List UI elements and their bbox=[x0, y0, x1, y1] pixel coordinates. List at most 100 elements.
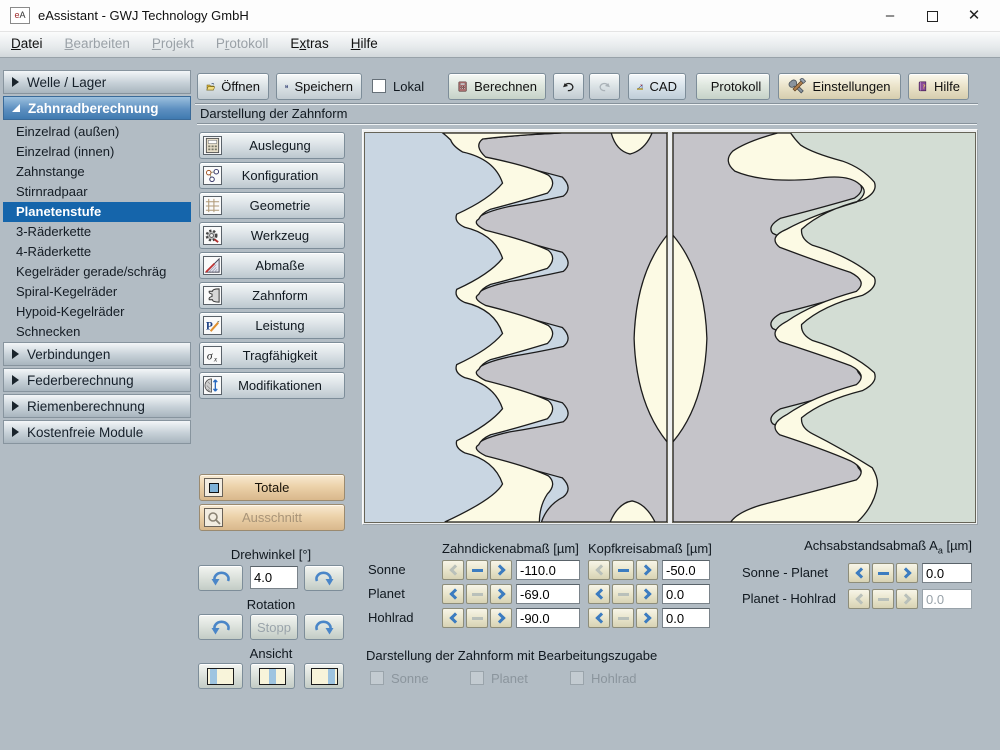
abmasse-button[interactable]: Abmaße bbox=[199, 252, 345, 279]
sidebar-section-federberechnung[interactable]: Federberechnung bbox=[3, 368, 191, 392]
protocol-button[interactable]: Protokoll bbox=[696, 73, 770, 100]
sidebar-item-3-raederkette[interactable]: 3-Räderkette bbox=[3, 222, 191, 242]
leistung-button[interactable]: P Leistung bbox=[199, 312, 345, 339]
totale-label: Totale bbox=[255, 480, 290, 495]
menu-item-bearbeiten[interactable]: Bearbeiten bbox=[54, 32, 141, 58]
angle-input[interactable] bbox=[250, 566, 298, 589]
sidebar-section-welle-lager[interactable]: Welle / Lager bbox=[3, 70, 191, 94]
ring-tooth-allowance-input[interactable] bbox=[516, 608, 580, 628]
sidebar-item-schnecken[interactable]: Schnecken bbox=[3, 322, 191, 342]
sun-planet-increase-button[interactable] bbox=[896, 563, 918, 583]
cad-button[interactable]: CAD bbox=[628, 73, 686, 100]
machining-ring-label: Hohlrad bbox=[591, 671, 637, 686]
tooth-form-canvas[interactable] bbox=[362, 129, 978, 525]
svg-text:x: x bbox=[213, 355, 218, 364]
help-button[interactable]: ? Hilfe bbox=[908, 73, 969, 100]
planet-tooth-allowance-input[interactable] bbox=[516, 584, 580, 604]
minimize-button[interactable]: – bbox=[870, 0, 910, 32]
redo-button[interactable] bbox=[589, 73, 620, 100]
sidebar-item-4-raederkette[interactable]: 4-Räderkette bbox=[3, 242, 191, 262]
local-checkbox[interactable] bbox=[372, 79, 386, 93]
sidebar-item-hypoid-kegelraeder[interactable]: Hypoid-Kegelräder bbox=[3, 302, 191, 322]
ring-row-label: Hohlrad bbox=[368, 610, 414, 625]
menu-item-extras[interactable]: Extras bbox=[279, 32, 339, 58]
planet-tip-decrease-button[interactable] bbox=[588, 584, 610, 604]
planet-ring-increase-button[interactable] bbox=[896, 589, 918, 609]
machining-ring-checkbox[interactable] bbox=[570, 671, 584, 685]
ring-tip-reset-button[interactable] bbox=[612, 608, 634, 628]
ring-tooth-increase-button[interactable] bbox=[490, 608, 512, 628]
planet-tip-reset-button[interactable] bbox=[612, 584, 634, 604]
sun-planet-reset-button[interactable] bbox=[872, 563, 894, 583]
sun-tip-reset-button[interactable] bbox=[612, 560, 634, 580]
rotate-ccw-continuous-button[interactable] bbox=[198, 614, 243, 640]
sidebar-section-verbindungen[interactable]: Verbindungen bbox=[3, 342, 191, 366]
konfiguration-button[interactable]: Konfiguration bbox=[199, 162, 345, 189]
sidebar-item-planetenstufe[interactable]: Planetenstufe bbox=[3, 202, 191, 222]
planet-ring-reset-button[interactable] bbox=[872, 589, 894, 609]
rotate-ccw-icon bbox=[210, 619, 232, 635]
sun-planet-mesh-panel[interactable] bbox=[364, 132, 668, 523]
sun-planet-decrease-button[interactable] bbox=[848, 563, 870, 583]
sun-tip-allowance-input[interactable] bbox=[662, 560, 710, 580]
modifikationen-button[interactable]: Modifikationen bbox=[199, 372, 345, 399]
sidebar-item-einzelrad-innen[interactable]: Einzelrad (innen) bbox=[3, 142, 191, 162]
planet-tooth-reset-button[interactable] bbox=[466, 584, 488, 604]
machining-sun-checkbox[interactable] bbox=[370, 671, 384, 685]
planet-tip-increase-button[interactable] bbox=[636, 584, 658, 604]
sidebar-item-zahnstange[interactable]: Zahnstange bbox=[3, 162, 191, 182]
sun-tip-increase-button[interactable] bbox=[636, 560, 658, 580]
maximize-button[interactable] bbox=[912, 0, 952, 32]
calculate-button[interactable]: Berechnen bbox=[448, 73, 546, 100]
view-right-mesh-button[interactable] bbox=[304, 663, 344, 689]
machining-planet-checkbox[interactable] bbox=[470, 671, 484, 685]
settings-button[interactable]: Einstellungen bbox=[778, 73, 901, 100]
sidebar-item-kegelraeder[interactable]: Kegelräder gerade/schräg bbox=[3, 262, 191, 282]
view-both-mesh-button[interactable] bbox=[250, 663, 295, 689]
ring-tooth-decrease-button[interactable] bbox=[442, 608, 464, 628]
sun-planet-distance-input[interactable] bbox=[922, 563, 972, 583]
nav-label: Modifikationen bbox=[222, 378, 322, 393]
close-button[interactable]: ✕ bbox=[954, 0, 994, 32]
rotate-cw-continuous-button[interactable] bbox=[304, 614, 344, 640]
sidebar-section-zahnradberechnung[interactable]: Zahnradberechnung bbox=[3, 96, 191, 120]
sidebar-item-stirnradpaar[interactable]: Stirnradpaar bbox=[3, 182, 191, 202]
stop-rotation-button[interactable]: Stopp bbox=[250, 614, 298, 640]
planet-tooth-decrease-button[interactable] bbox=[442, 584, 464, 604]
sidebar-section-riemenberechnung[interactable]: Riemenberechnung bbox=[3, 394, 191, 418]
save-button[interactable]: Speichern bbox=[276, 73, 362, 100]
sidebar-item-spiral-kegelraeder[interactable]: Spiral-Kegelräder bbox=[3, 282, 191, 302]
planet-ring-mesh-panel[interactable] bbox=[672, 132, 976, 523]
zahnform-button[interactable]: Zahnform bbox=[199, 282, 345, 309]
ring-tip-increase-button[interactable] bbox=[636, 608, 658, 628]
sun-tooth-reset-button[interactable] bbox=[466, 560, 488, 580]
sidebar-section-kostenfreie-module[interactable]: Kostenfreie Module bbox=[3, 420, 191, 444]
sidebar-item-einzelrad-aussen[interactable]: Einzelrad (außen) bbox=[3, 122, 191, 142]
rotate-cw-step-button[interactable] bbox=[304, 565, 344, 591]
planet-tip-allowance-input[interactable] bbox=[662, 584, 710, 604]
ring-tip-decrease-button[interactable] bbox=[588, 608, 610, 628]
werkzeug-button[interactable]: Werkzeug bbox=[199, 222, 345, 249]
auslegung-button[interactable]: Auslegung bbox=[199, 132, 345, 159]
open-button[interactable]: Öffnen bbox=[197, 73, 269, 100]
planet-ring-distance-input[interactable] bbox=[922, 589, 972, 609]
menu-item-projekt[interactable]: Projekt bbox=[141, 32, 205, 58]
menu-item-protokoll[interactable]: Protokoll bbox=[205, 32, 280, 58]
ring-tip-allowance-input[interactable] bbox=[662, 608, 710, 628]
rotate-ccw-step-button[interactable] bbox=[198, 565, 243, 591]
sun-tooth-decrease-button[interactable] bbox=[442, 560, 464, 580]
undo-button[interactable] bbox=[553, 73, 584, 100]
view-left-mesh-button[interactable] bbox=[198, 663, 243, 689]
menu-item-datei[interactable]: Datei bbox=[0, 32, 54, 58]
sun-tip-decrease-button[interactable] bbox=[588, 560, 610, 580]
planet-ring-decrease-button[interactable] bbox=[848, 589, 870, 609]
sun-tooth-increase-button[interactable] bbox=[490, 560, 512, 580]
totale-button[interactable]: Totale bbox=[199, 474, 345, 501]
tragfaehigkeit-button[interactable]: σx Tragfähigkeit bbox=[199, 342, 345, 369]
menu-item-hilfe[interactable]: Hilfe bbox=[340, 32, 389, 58]
planet-tooth-increase-button[interactable] bbox=[490, 584, 512, 604]
ausschnitt-button[interactable]: Ausschnitt bbox=[199, 504, 345, 531]
geometrie-button[interactable]: Geometrie bbox=[199, 192, 345, 219]
ring-tooth-reset-button[interactable] bbox=[466, 608, 488, 628]
sun-tooth-allowance-input[interactable] bbox=[516, 560, 580, 580]
